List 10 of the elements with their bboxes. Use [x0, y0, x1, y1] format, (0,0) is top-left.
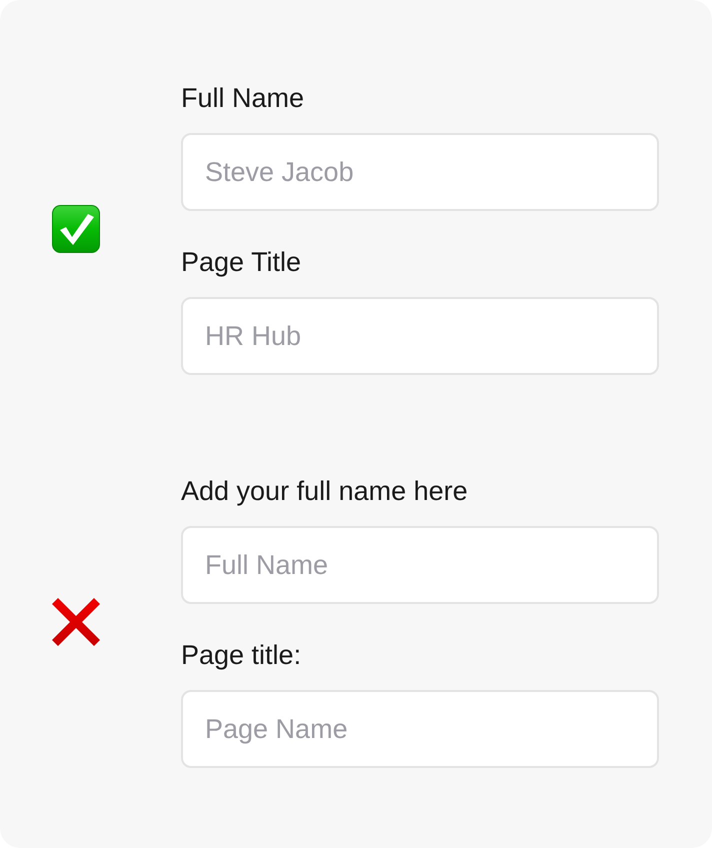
- input-field[interactable]: Steve Jacob: [181, 133, 659, 211]
- tick-icon: [52, 204, 100, 252]
- field-label: Page Title: [181, 246, 302, 278]
- field-label: Add your full name here: [181, 475, 468, 507]
- input-field[interactable]: HR Hub: [181, 297, 659, 375]
- field-label: Page title:: [181, 639, 302, 671]
- input-field[interactable]: Full Name: [181, 526, 659, 604]
- field-label: Full Name: [181, 82, 304, 114]
- cross-icon: [52, 598, 100, 646]
- input-field[interactable]: Page Name: [181, 690, 659, 768]
